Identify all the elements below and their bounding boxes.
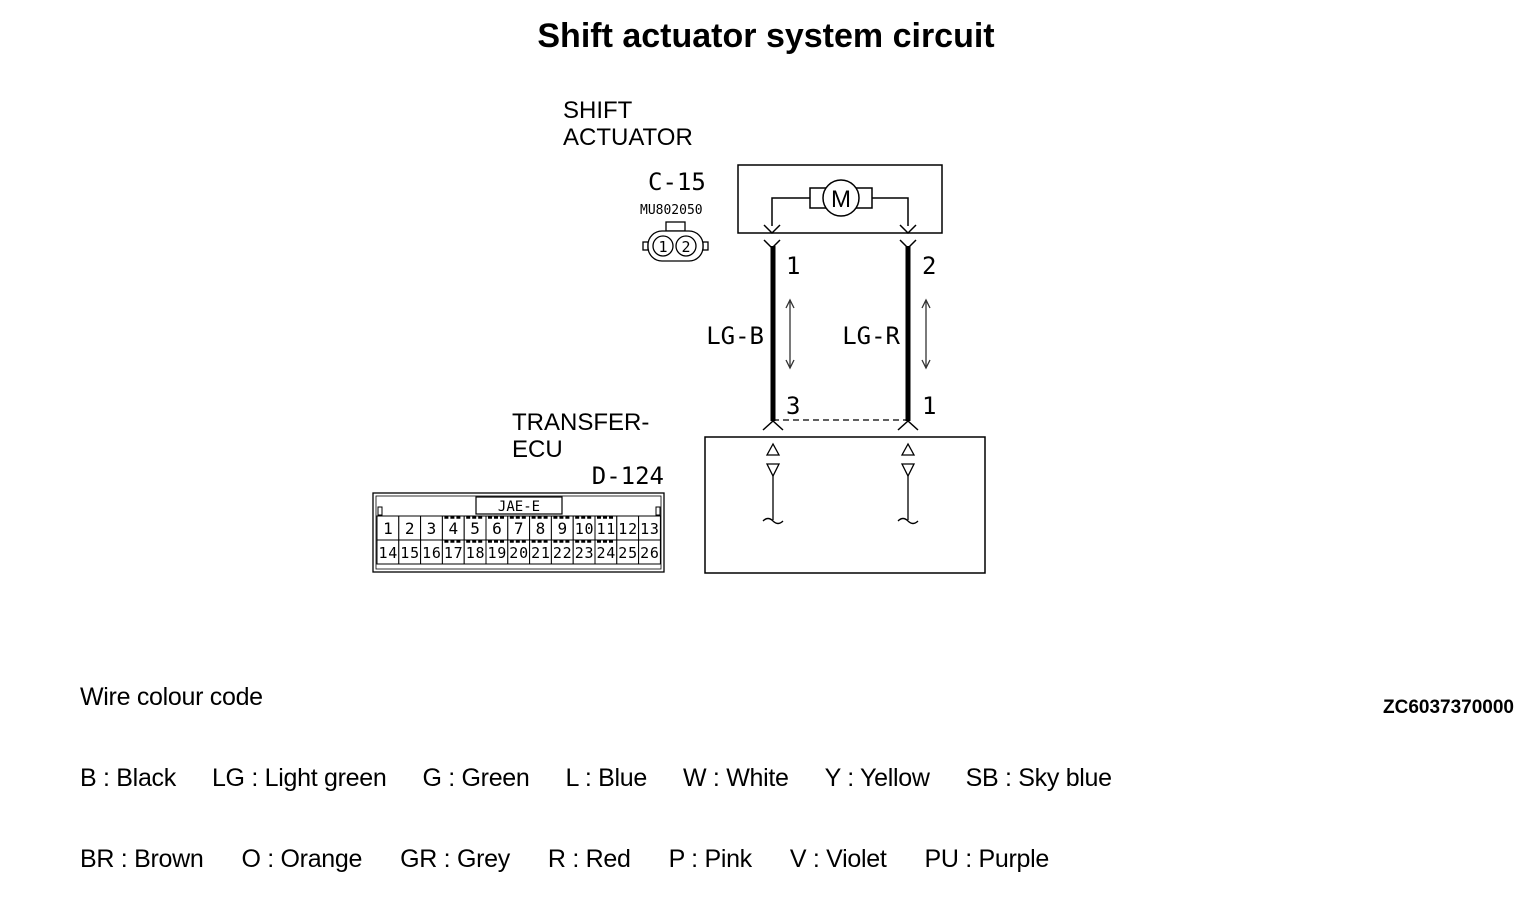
circuit-diagram: Shift actuator system circuit SHIFT ACTU… [372,17,995,574]
motor-icon: M [771,179,909,226]
legend-entry: Y : Yellow [824,764,930,792]
legend-entry: B : Black [80,764,176,792]
legend-heading: Wire colour code [80,683,263,711]
ecu-pin-number: 25 [618,544,637,562]
motor-symbol: M [831,186,851,213]
ecu-pin-number: 8 [536,519,546,538]
legend-entry: PU : Purple [924,845,1050,873]
actuator-connector-face-icon: 1 2 [642,221,709,262]
wire1-color-label: LG-B [706,322,764,350]
ecu-pin-number: 7 [514,519,524,538]
ecu-pin-number: 3 [427,519,437,538]
ecu-pin-number: 16 [422,544,441,562]
legend-entry: V : Violet [789,845,887,873]
actuator-terminals [763,224,917,250]
legend-entry: W : White [682,764,789,792]
ecu-label-line2: ECU [512,436,563,463]
figure-code: ZC6037370000 [1383,697,1514,718]
actuator-label-line1: SHIFT [563,97,633,124]
actuator-part-number: MU802050 [640,203,703,218]
ecu-pin-number: 17 [444,544,463,562]
legend-entry: L : Blue [565,764,648,792]
ecu-pin-number: 22 [553,544,572,562]
ecu-pin-number: 13 [640,520,659,538]
ecu-pin-number: 4 [448,519,458,538]
legend-entry: BR : Brown [80,845,204,873]
ecu-connector-type: JAE-E [498,499,540,515]
legend-entry: G : Green [422,764,530,792]
legend-entry: R : Red [547,845,631,873]
ecu-pin-number: 21 [531,544,550,562]
wire1-top-pin: 1 [786,252,800,280]
ecu-pin-number: 23 [575,544,594,562]
ecu-pin-number: 26 [640,544,659,562]
wire2-color-label: LG-R [842,322,900,350]
ecu-pin-number: 9 [557,519,567,538]
ecu-pin-number: 2 [405,519,415,538]
legend-entry: SB : Sky blue [965,764,1112,792]
ecu-pin-number: 12 [618,520,637,538]
ecu-internal-circuit [762,442,919,525]
ecu-pin-number: 5 [470,519,480,538]
ecu-pin-number: 19 [488,544,507,562]
ecu-pin-number: 15 [400,544,419,562]
ecu-pin-number: 6 [492,519,502,538]
ecu-pin-number: 20 [509,544,528,562]
pin-label: 2 [681,238,690,256]
actuator-label-line2: ACTUATOR [563,124,693,151]
pin-label: 1 [658,238,667,256]
actuator-connector-id: C-15 [648,168,706,196]
wire1-bottom-pin: 3 [786,392,800,420]
ecu-pin-number: 1 [383,519,393,538]
ecu-label-line1: TRANSFER- [512,409,649,436]
ecu-connector-face: JAE-E 1 2 3 4 5 6 7 8 9 10 11 12 1314 15 16 17 18 19 20 21 2… [372,492,665,573]
ecu-connector-id: D-124 [592,462,664,490]
diagram-title: Shift actuator system circuit [537,17,994,55]
ecu-pin-number: 18 [466,544,485,562]
wire-colour-legend: Wire colour code B : Black LG : Light gre… [80,630,1112,900]
legend-entry: O : Orange [241,845,363,873]
ecu-box [704,436,986,574]
legend-row-1: B : Black LG : Light green G : Green L : Bl… [80,765,1112,792]
legend-entry: GR : Grey [400,845,510,873]
legend-entry: LG : Light green [211,764,387,792]
ecu-pin-number: 24 [597,544,616,562]
ecu-terminals [762,419,919,431]
wire2-top-pin: 2 [922,252,936,280]
wire2-bottom-pin: 1 [922,392,936,420]
ecu-pin-number: 14 [379,544,398,562]
legend-entry: P : Pink [668,845,753,873]
ecu-pin-number: 11 [597,520,616,538]
legend-row-2: BR : Brown O : Orange GR : Grey R : Red P : … [80,846,1112,873]
ecu-pin-number: 10 [575,520,594,538]
